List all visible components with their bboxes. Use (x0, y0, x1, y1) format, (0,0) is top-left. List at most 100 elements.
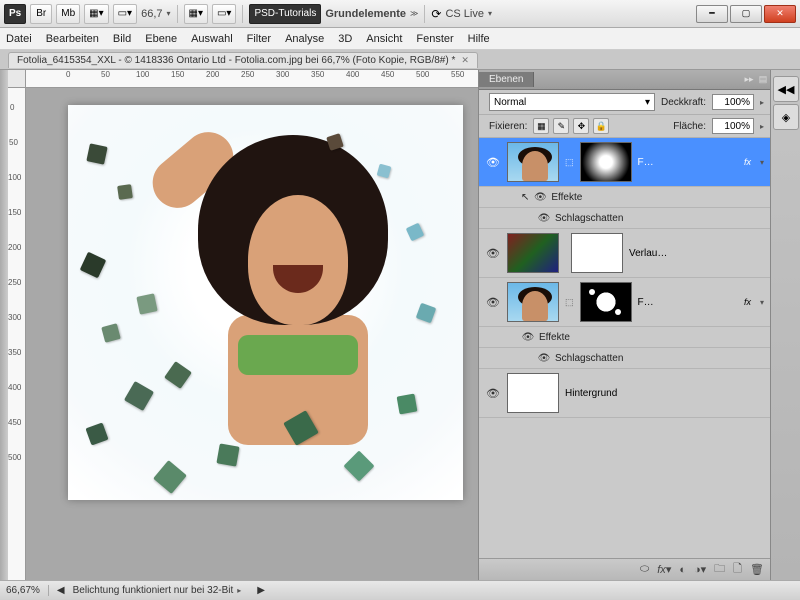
menu-datei[interactable]: Datei (6, 33, 32, 45)
layer-row[interactable]: 👁 ⬚ F… fx ▾ (479, 138, 770, 187)
menu-bar: Datei Bearbeiten Bild Ebene Auswahl Filt… (0, 28, 800, 50)
menu-bild[interactable]: Bild (113, 33, 131, 45)
status-nav-left-icon[interactable]: ◀ (57, 585, 65, 596)
bridge-button[interactable]: Br (30, 4, 52, 24)
effects-header[interactable]: 👁 Effekte (479, 327, 770, 348)
link-layers-icon[interactable]: ⬭ (640, 563, 649, 576)
layers-panel: Ebenen ▸▸ ▤ Normal▾ Deckkraft: 100% ▸ Fi… (478, 70, 770, 580)
fx-badge[interactable]: fx (741, 157, 754, 167)
screenmode-icon[interactable]: ▭▾ (113, 4, 137, 24)
layer-thumb[interactable] (507, 282, 559, 322)
canvas[interactable] (68, 105, 463, 500)
fill-input[interactable]: 100% (712, 118, 754, 134)
layers-dock-icon[interactable]: ◈ (773, 104, 799, 130)
visibility-toggle-icon[interactable]: 👁 (485, 245, 501, 261)
fill-label: Fläche: (673, 121, 706, 132)
menu-fenster[interactable]: Fenster (416, 33, 453, 45)
grid-icon[interactable]: ▦▾ (184, 4, 208, 24)
blend-mode-dropdown[interactable]: Normal▾ (489, 93, 655, 111)
fx-badge[interactable]: fx (741, 297, 754, 307)
menu-hilfe[interactable]: Hilfe (468, 33, 490, 45)
panel-collapse-icon[interactable]: ▸▸ (742, 74, 756, 85)
lock-label: Fixieren: (489, 121, 527, 132)
zoom-dropdown-icon[interactable]: ▾ (167, 9, 171, 18)
adjustment-thumb[interactable] (507, 233, 559, 273)
cslive-refresh-icon[interactable]: ⟳ (431, 7, 441, 21)
status-message: Belichtung funktioniert nur bei 32-Bit (73, 585, 234, 596)
status-nav-right-icon[interactable]: ▶ (257, 585, 265, 596)
delete-layer-icon[interactable]: 🗑 (750, 563, 764, 576)
lock-transparent-icon[interactable]: ▦ (533, 118, 549, 134)
effect-visibility-icon[interactable]: 👁 (537, 351, 551, 365)
menu-ansicht[interactable]: Ansicht (366, 33, 402, 45)
panel-menu-icon[interactable]: ▤ (756, 74, 770, 85)
status-zoom[interactable]: 66,67% (6, 585, 49, 596)
lock-pixels-icon[interactable]: ✎ (553, 118, 569, 134)
ruler-vertical[interactable]: 0 50 100 150 200 250 300 350 400 450 500 (8, 88, 26, 580)
visibility-toggle-icon[interactable]: 👁 (485, 385, 501, 401)
cslive-label[interactable]: CS Live (445, 8, 484, 20)
fill-slider-icon[interactable]: ▸ (760, 122, 764, 131)
layer-row[interactable]: 👁 ⬚ F… fx ▾ (479, 278, 770, 327)
ruler-icon[interactable]: ▭▾ (212, 4, 236, 24)
dock-column: ◀◀ ◈ (770, 70, 800, 580)
opacity-input[interactable]: 100% (712, 94, 754, 110)
dock-collapse-icon[interactable]: ◀◀ (773, 76, 799, 102)
layer-name: Verlau… (629, 248, 764, 259)
psd-tutorials-button[interactable]: PSD-Tutorials (249, 4, 321, 24)
effects-visibility-icon[interactable]: 👁 (521, 330, 535, 344)
cslive-dropdown-icon[interactable]: ▾ (488, 9, 492, 18)
ruler-horizontal[interactable]: 0 50 100 150 200 250 300 350 400 450 500… (26, 70, 478, 88)
add-fx-icon[interactable]: fx▾ (657, 563, 671, 576)
layer-thumb[interactable] (507, 373, 559, 413)
mask-thumb[interactable] (571, 233, 623, 273)
new-layer-icon[interactable]: 🗋 (733, 560, 742, 579)
menu-3d[interactable]: 3D (338, 33, 352, 45)
workspace-more-icon[interactable]: ≫ (410, 9, 418, 18)
arrange-docs-icon[interactable]: ▦▾ (84, 4, 108, 24)
fx-expand-icon[interactable]: ▾ (760, 298, 764, 307)
effect-visibility-icon[interactable]: 👁 (537, 211, 551, 225)
lock-position-icon[interactable]: ✥ (573, 118, 589, 134)
minibridge-button[interactable]: Mb (56, 4, 80, 24)
close-button[interactable]: ✕ (764, 5, 796, 23)
add-mask-icon[interactable]: ◐ (679, 564, 686, 576)
layer-name: Hintergrund (565, 388, 764, 399)
effects-visibility-icon[interactable]: 👁 (533, 190, 547, 204)
minimize-button[interactable]: ━ (696, 5, 728, 23)
add-adjustment-icon[interactable]: ◑▾ (694, 563, 706, 576)
workspace-label[interactable]: Grundelemente (325, 8, 406, 20)
menu-auswahl[interactable]: Auswahl (191, 33, 233, 45)
effect-row[interactable]: 👁 Schlagschatten (479, 348, 770, 369)
opacity-slider-icon[interactable]: ▸ (760, 98, 764, 107)
visibility-toggle-icon[interactable]: 👁 (485, 154, 501, 170)
menu-ebene[interactable]: Ebene (145, 33, 177, 45)
menu-bearbeiten[interactable]: Bearbeiten (46, 33, 99, 45)
status-menu-icon[interactable]: ▸ (237, 586, 241, 595)
app-icon[interactable]: Ps (4, 4, 26, 24)
new-group-icon[interactable]: 🗀 (714, 560, 725, 579)
effect-row[interactable]: 👁 Schlagschatten (479, 208, 770, 229)
mask-thumb[interactable] (580, 142, 632, 182)
menu-analyse[interactable]: Analyse (285, 33, 324, 45)
layer-row[interactable]: 👁 Verlau… (479, 229, 770, 278)
fx-expand-icon[interactable]: ▾ (760, 158, 764, 167)
document-tab-bar: Fotolia_6415354_XXL - © 1418336 Ontario … (0, 50, 800, 70)
app-toolbar: Ps Br Mb ▦▾ ▭▾ 66,7▾ ▦▾ ▭▾ PSD-Tutorials… (0, 0, 800, 28)
tab-close-icon[interactable]: ✕ (461, 55, 469, 66)
layer-row[interactable]: 👁 Hintergrund (479, 369, 770, 418)
visibility-toggle-icon[interactable]: 👁 (485, 294, 501, 310)
effects-header[interactable]: ↖ 👁 Effekte (479, 187, 770, 208)
tab-ebenen[interactable]: Ebenen (479, 72, 534, 87)
document-tab[interactable]: Fotolia_6415354_XXL - © 1418336 Ontario … (8, 52, 478, 68)
ruler-origin[interactable] (8, 70, 26, 88)
mask-thumb[interactable] (580, 282, 632, 322)
lock-all-icon[interactable]: 🔒 (593, 118, 609, 134)
layers-list: 👁 ⬚ F… fx ▾ ↖ 👁 Effekte 👁 Schlagschatten… (479, 138, 770, 558)
maximize-button[interactable]: ▢ (730, 5, 762, 23)
link-icon: ⬚ (565, 297, 574, 308)
workspace: 0 50 100 150 200 250 300 350 400 450 500… (0, 70, 800, 580)
left-gutter (0, 70, 8, 580)
layer-thumb[interactable] (507, 142, 559, 182)
menu-filter[interactable]: Filter (247, 33, 271, 45)
